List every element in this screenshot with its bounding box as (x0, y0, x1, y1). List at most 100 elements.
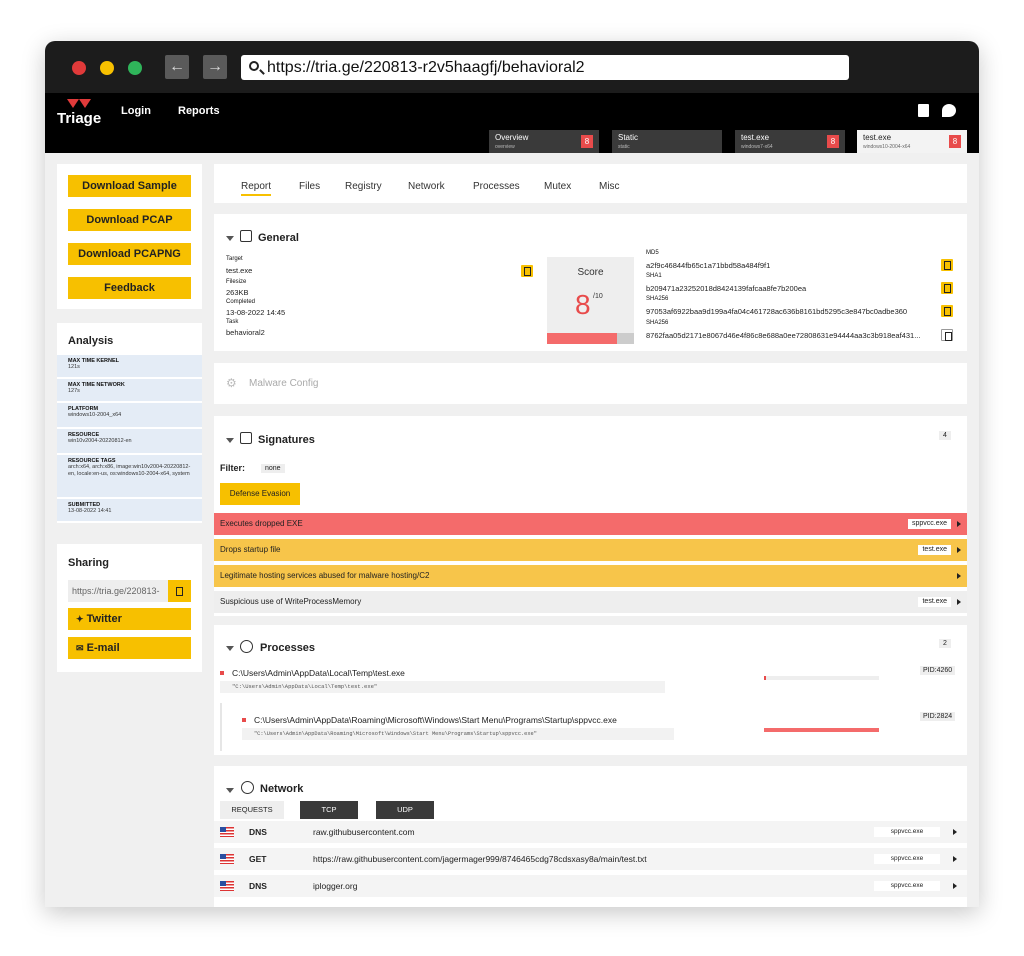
tab-report[interactable]: Report (241, 181, 272, 196)
signature-count: 4 (939, 431, 951, 440)
tab-registry[interactable]: Registry (345, 181, 382, 192)
sharing-title: Sharing (68, 557, 109, 569)
process-path[interactable]: C:\Users\Admin\AppData\Roaming\Microsoft… (254, 715, 617, 725)
app-header: Triage Login Reports Overview overview 8… (45, 93, 979, 153)
palette-icon[interactable] (942, 104, 956, 117)
url-text: https://tria.ge/220813-r2v5haagfj/behavi… (267, 59, 585, 76)
browser-window: ← → https://tria.ge/220813-r2v5haagfj/be… (45, 41, 979, 907)
download-sample-button[interactable]: Download Sample (68, 175, 191, 197)
forward-icon[interactable]: → (203, 55, 227, 79)
expand-arrow-icon (957, 547, 961, 553)
score-value: 8 (575, 289, 591, 320)
expand-arrow-icon (957, 521, 961, 527)
tab-behavioral1[interactable]: test.exe windows7-x64 8 (735, 130, 845, 153)
copy-share-button[interactable] (168, 580, 191, 602)
tab-tcp[interactable]: TCP (300, 801, 358, 819)
download-pcap-button[interactable]: Download PCAP (68, 209, 191, 231)
collapse-icon[interactable] (226, 788, 234, 793)
process-pid: PID:4260 (920, 666, 956, 675)
tab-overview[interactable]: Overview overview 8 (489, 130, 599, 153)
malware-config-title[interactable]: Malware Config (249, 378, 318, 389)
score-badge: 8 (949, 135, 961, 148)
twitter-button[interactable]: ✦ Twitter (68, 608, 191, 630)
minimize-dot[interactable] (100, 61, 114, 75)
score-badge: 8 (581, 135, 593, 148)
expand-arrow-icon (953, 829, 957, 835)
tab-requests[interactable]: REQUESTS (220, 801, 284, 819)
analysis-row: SUBMITTED 13-08-2022 14:41 (57, 499, 202, 521)
maximize-dot[interactable] (128, 61, 142, 75)
tab-udp[interactable]: UDP (376, 801, 434, 819)
copy-md5-button[interactable] (941, 259, 953, 271)
expand-arrow-icon (957, 599, 961, 605)
tab-misc[interactable]: Misc (599, 181, 620, 192)
globe-icon (241, 781, 254, 794)
collapse-icon[interactable] (226, 236, 234, 241)
target-icon (240, 640, 253, 653)
malware-config-panel: ⚙ Malware Config (214, 363, 967, 404)
copy-sha256-button[interactable] (941, 305, 953, 317)
score-bar-fill (547, 333, 617, 344)
score-bar (547, 333, 634, 344)
tab-network[interactable]: Network (408, 181, 445, 192)
twitter-icon: ✦ (76, 614, 84, 624)
document-icon[interactable] (918, 104, 929, 117)
share-url-field[interactable]: https://tria.ge/220813- (68, 580, 168, 602)
expand-arrow-icon (953, 883, 957, 889)
gears-icon: ⚙ (226, 376, 237, 390)
clipboard-icon (173, 585, 185, 597)
process-cmd: "C:\Users\Admin\AppData\Roaming\Microsof… (242, 728, 674, 740)
tab-files[interactable]: Files (299, 181, 320, 192)
tab-mutex[interactable]: Mutex (544, 181, 571, 192)
processes-title: Processes (260, 642, 316, 654)
process-path[interactable]: C:\Users\Admin\AppData\Local\Temp\test.e… (232, 668, 405, 678)
analysis-row: RESOURCE win10v2004-20220812-en (57, 429, 202, 453)
collapse-icon[interactable] (226, 646, 234, 651)
signature-row[interactable]: Suspicious use of WriteProcessMemory tes… (214, 591, 967, 613)
us-flag-icon (220, 854, 234, 864)
network-row[interactable]: DNS raw.githubusercontent.com sppvcc.exe (214, 821, 967, 843)
process-marker (220, 671, 224, 675)
defense-evasion-tag[interactable]: Defense Evasion (220, 483, 300, 505)
address-bar[interactable]: https://tria.ge/220813-r2v5haagfj/behavi… (241, 55, 849, 80)
report-tabs: Report Files Registry Network Processes … (214, 164, 967, 203)
process-cmd: "C:\Users\Admin\AppData\Local\Temp\test.… (220, 681, 665, 693)
download-pcapng-button[interactable]: Download PCAPNG (68, 243, 191, 265)
processes-panel: Processes 2 C:\Users\Admin\AppData\Local… (214, 625, 967, 755)
analysis-title: Analysis (68, 335, 114, 347)
filter-label: Filter: (220, 463, 246, 473)
process-timeline (764, 728, 879, 732)
us-flag-icon (220, 881, 234, 891)
sharing-panel: Sharing https://tria.ge/220813- ✦ Twitte… (57, 544, 202, 672)
signature-row[interactable]: Executes dropped EXE sppvcc.exe (214, 513, 967, 535)
copy-sha1-button[interactable] (941, 282, 953, 294)
tab-processes[interactable]: Processes (473, 181, 520, 192)
tab-behavioral2[interactable]: test.exe windows10-2004-x64 8 (857, 130, 967, 153)
collapse-icon[interactable] (226, 438, 234, 443)
back-icon[interactable]: ← (165, 55, 189, 79)
network-row[interactable]: GET https://raw.githubusercontent.com/ja… (214, 848, 967, 870)
close-dot[interactable] (72, 61, 86, 75)
expand-arrow-icon (953, 856, 957, 862)
general-panel: General Target test.exe Filesize 263KB C… (214, 214, 967, 351)
copy-target-button[interactable] (521, 265, 533, 277)
process-marker (242, 718, 246, 722)
nav-login[interactable]: Login (121, 105, 151, 117)
network-row[interactable]: DNS iplogger.org sppvcc.exe (214, 875, 967, 897)
signature-row[interactable]: Legitimate hosting services abused for m… (214, 565, 967, 587)
email-button[interactable]: ✉ E-mail (68, 637, 191, 659)
general-title: General (258, 232, 299, 244)
filter-value[interactable]: none (261, 464, 285, 473)
tab-static[interactable]: Static static (612, 130, 722, 153)
child-process-line (220, 703, 222, 751)
score-badge: 8 (827, 135, 839, 148)
nav-reports[interactable]: Reports (178, 105, 220, 117)
feedback-button[interactable]: Feedback (68, 277, 191, 299)
signature-row[interactable]: Drops startup file test.exe (214, 539, 967, 561)
process-timeline (764, 676, 879, 680)
triage-logo[interactable]: Triage (57, 99, 101, 129)
mail-icon: ✉ (76, 643, 84, 653)
score-box: Score 8 /10 (547, 257, 634, 344)
copy-sha512-button[interactable] (941, 329, 953, 341)
expand-arrow-icon (957, 573, 961, 579)
